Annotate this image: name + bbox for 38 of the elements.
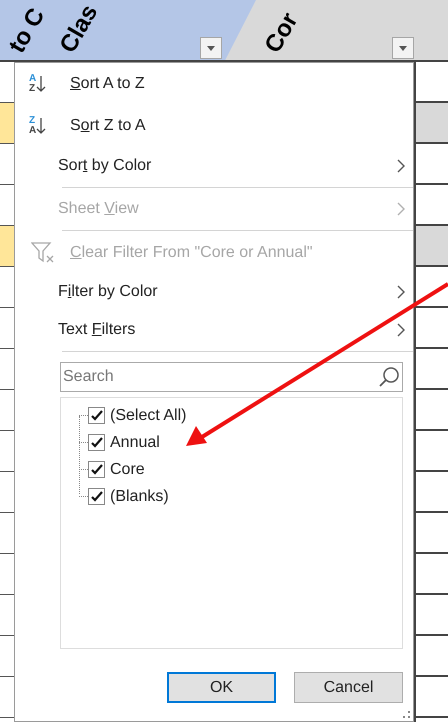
submenu-item[interactable]: Filter by Color — [15, 273, 413, 311]
checkbox[interactable] — [88, 434, 105, 451]
menu-item-label: Sort Z to A — [70, 117, 146, 134]
chevron-right-icon — [397, 159, 405, 173]
value-label: Annual — [110, 432, 160, 452]
checkbox[interactable] — [88, 461, 105, 478]
menu-item-label: Sort A to Z — [70, 75, 145, 92]
chevron-right-icon — [397, 285, 405, 299]
table-cell — [0, 103, 14, 144]
column-header[interactable]: Cor — [256, 0, 448, 60]
menu-item-label: Sheet View — [58, 199, 139, 219]
header-text: to C — [5, 4, 50, 57]
ok-button[interactable]: OK — [167, 672, 276, 703]
value-label: (Blanks) — [110, 486, 169, 506]
submenu-item[interactable]: Text Filters — [15, 311, 413, 349]
filter-dropdown-button[interactable] — [200, 37, 222, 59]
chevron-right-icon — [397, 323, 405, 337]
sort-menu-item[interactable]: Z A Sort Z to A — [15, 105, 413, 147]
value-label: (Select All) — [110, 406, 186, 426]
header-text: Cor — [261, 9, 303, 57]
chevron-right-icon — [397, 202, 405, 216]
menu-item-label: Filter by Color — [58, 282, 158, 302]
checkbox[interactable] — [88, 407, 105, 424]
menu-item-label: Text Filters — [58, 320, 136, 340]
menu-item-label: Clear Filter From "Core or Annual" — [70, 244, 313, 261]
cancel-button[interactable]: Cancel — [294, 672, 403, 703]
checkbox[interactable] — [88, 488, 105, 505]
search-icon — [378, 366, 400, 388]
value-label: Core — [110, 460, 145, 480]
filter-dropdown-button[interactable] — [392, 37, 414, 59]
caret-down-icon — [399, 46, 407, 50]
search-field[interactable]: Search — [60, 362, 403, 392]
sort-menu-item[interactable]: A Z Sort A to Z — [15, 63, 413, 105]
table-cell — [0, 226, 14, 267]
submenu-item[interactable]: Sort by Color — [15, 147, 413, 185]
resize-grip-icon — [403, 711, 411, 719]
menu-item-label: Sort by Color — [58, 156, 152, 176]
caret-down-icon — [207, 46, 215, 50]
